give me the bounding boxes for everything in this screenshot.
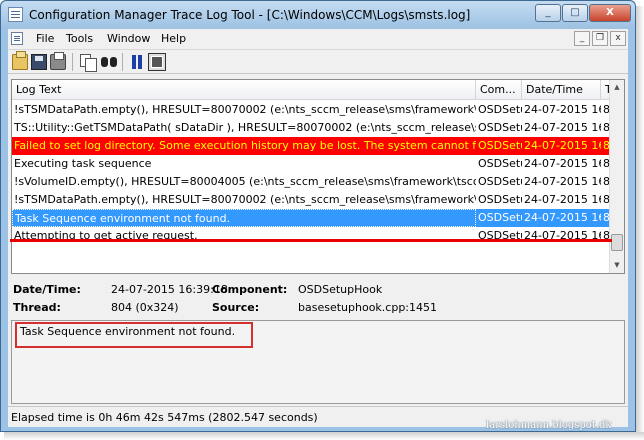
mdi-minimize-button[interactable]: _ — [574, 31, 590, 46]
open-icon[interactable] — [12, 51, 28, 70]
copy-icon[interactable] — [80, 54, 97, 72]
log-row-text: TS::Utility::GetTSMDataPath( sDataDir ),… — [14, 121, 476, 134]
menu-window[interactable]: Window — [107, 32, 150, 45]
log-grid[interactable]: Log Text Com... Date/Time T !sTSMDataPat… — [11, 79, 625, 274]
log-row-text: !sTSMDataPath.empty(), HRESULT=80070002 … — [14, 193, 476, 206]
toolbar — [8, 49, 628, 74]
save-icon[interactable] — [31, 54, 47, 70]
mdi-buttons: _ ❐ x — [574, 31, 626, 46]
caption-buttons: _ □ X — [535, 4, 631, 22]
highlight-icon[interactable] — [148, 53, 166, 71]
log-row-component: OSDSetu — [478, 175, 522, 188]
log-row-datetime: 24-07-2015 16 — [524, 193, 601, 206]
menu-bar: File Tools Window Help _ ❐ x — [8, 29, 628, 48]
description-text: Task Sequence environment not found. — [20, 325, 236, 338]
thread-value: 804 (0x324) — [111, 301, 179, 314]
menu-file[interactable]: File — [36, 32, 54, 45]
watermark: larslohmann.blogspot.dk — [486, 420, 612, 431]
log-row-component: OSDSetu — [478, 103, 522, 116]
window-title: Configuration Manager Trace Log Tool - [… — [29, 8, 471, 22]
maximize-button[interactable]: □ — [562, 4, 588, 22]
log-row-component: OSDSetu — [478, 211, 522, 224]
column-log-text[interactable]: Log Text — [12, 80, 476, 100]
thread-label: Thread: — [13, 301, 61, 314]
mdi-close-button[interactable]: x — [610, 31, 626, 46]
scroll-up-icon[interactable]: ▲ — [610, 80, 624, 95]
log-row-component: OSDSetu — [478, 193, 522, 206]
scroll-thumb[interactable] — [611, 234, 623, 251]
log-row-text: Task Sequence environment not found. — [12, 209, 476, 227]
log-row-datetime: 24-07-2015 16 — [524, 157, 601, 170]
log-row-component: OSDSetu — [478, 229, 522, 242]
scroll-down-icon[interactable]: ▼ — [610, 258, 624, 273]
log-row-component: OSDSetu — [478, 157, 522, 170]
source-value: basesetuphook.cpp:1451 — [298, 301, 437, 314]
log-row[interactable]: !sVolumeID.empty(), HRESULT=80004005 (e:… — [12, 173, 613, 191]
log-row-text: !sTSMDataPath.empty(), HRESULT=80070002 … — [14, 103, 476, 116]
log-row-datetime: 24-07-2015 16 — [524, 103, 601, 116]
source-label: Source: — [212, 301, 260, 314]
log-row-datetime: 24-07-2015 16 — [524, 175, 601, 188]
annotation-underline — [10, 239, 612, 242]
datetime-value: 24-07-2015 16:39:18 — [111, 283, 228, 296]
log-row-component: OSDSetu — [478, 139, 522, 152]
toolbar-separator — [72, 53, 73, 71]
log-scrollbar[interactable]: ▲ ▼ — [609, 80, 624, 273]
datetime-label: Date/Time: — [13, 283, 81, 296]
column-component[interactable]: Com... — [476, 80, 522, 100]
log-row-text: Executing task sequence — [14, 157, 152, 170]
close-button[interactable]: X — [589, 4, 631, 22]
log-row[interactable]: !sTSMDataPath.empty(), HRESULT=80070002 … — [12, 101, 613, 119]
log-row-text: Attempting to get active request. — [14, 229, 198, 242]
app-icon[interactable] — [8, 7, 23, 22]
document-icon[interactable] — [11, 32, 23, 45]
menu-help[interactable]: Help — [161, 32, 186, 45]
log-row-datetime: 24-07-2015 16 — [524, 139, 601, 152]
app-window: Configuration Manager Trace Log Tool - [… — [0, 0, 636, 432]
description-pane[interactable]: Task Sequence environment not found. — [11, 320, 625, 404]
details-panel: Date/Time: 24-07-2015 16:39:18 Component… — [11, 279, 625, 319]
mdi-restore-button[interactable]: ❐ — [592, 31, 608, 46]
log-row[interactable]: TS::Utility::GetTSMDataPath( sDataDir ),… — [12, 119, 613, 137]
pause-icon[interactable] — [129, 54, 145, 70]
log-row-text: !sVolumeID.empty(), HRESULT=80004005 (e:… — [14, 175, 476, 188]
log-row-error[interactable]: Failed to set log directory. Some execut… — [12, 137, 613, 155]
menu-tools[interactable]: Tools — [66, 32, 93, 45]
log-row-datetime: 24-07-2015 16 — [524, 211, 601, 224]
column-datetime[interactable]: Date/Time — [522, 80, 601, 100]
log-row-component: OSDSetu — [478, 121, 522, 134]
client-area: File Tools Window Help _ ❐ x Log Text Co… — [8, 29, 628, 427]
minimize-button[interactable]: _ — [535, 4, 561, 22]
log-row[interactable]: !sTSMDataPath.empty(), HRESULT=80070002 … — [12, 191, 613, 209]
window-shadow-bottom — [4, 432, 644, 440]
component-value: OSDSetupHook — [298, 283, 383, 296]
find-icon[interactable] — [101, 54, 117, 70]
log-row-text: Failed to set log directory. Some execut… — [14, 139, 476, 152]
log-row[interactable]: Attempting to get active request. OSDSet… — [12, 227, 613, 245]
log-row-selected[interactable]: Task Sequence environment not found. OSD… — [12, 209, 613, 227]
print-icon[interactable] — [50, 52, 66, 70]
log-grid-header: Log Text Com... Date/Time T — [12, 80, 612, 100]
component-label: Component: — [212, 283, 288, 296]
window-shadow-right — [636, 6, 644, 440]
toolbar-separator — [122, 53, 123, 71]
elapsed-time-status: Elapsed time is 0h 46m 42s 547ms (2802.5… — [11, 411, 318, 424]
title-bar[interactable]: Configuration Manager Trace Log Tool - [… — [1, 1, 635, 29]
log-row[interactable]: Executing task sequence OSDSetu 24-07-20… — [12, 155, 613, 173]
log-row-datetime: 24-07-2015 16 — [524, 229, 601, 242]
log-row-datetime: 24-07-2015 16 — [524, 121, 601, 134]
